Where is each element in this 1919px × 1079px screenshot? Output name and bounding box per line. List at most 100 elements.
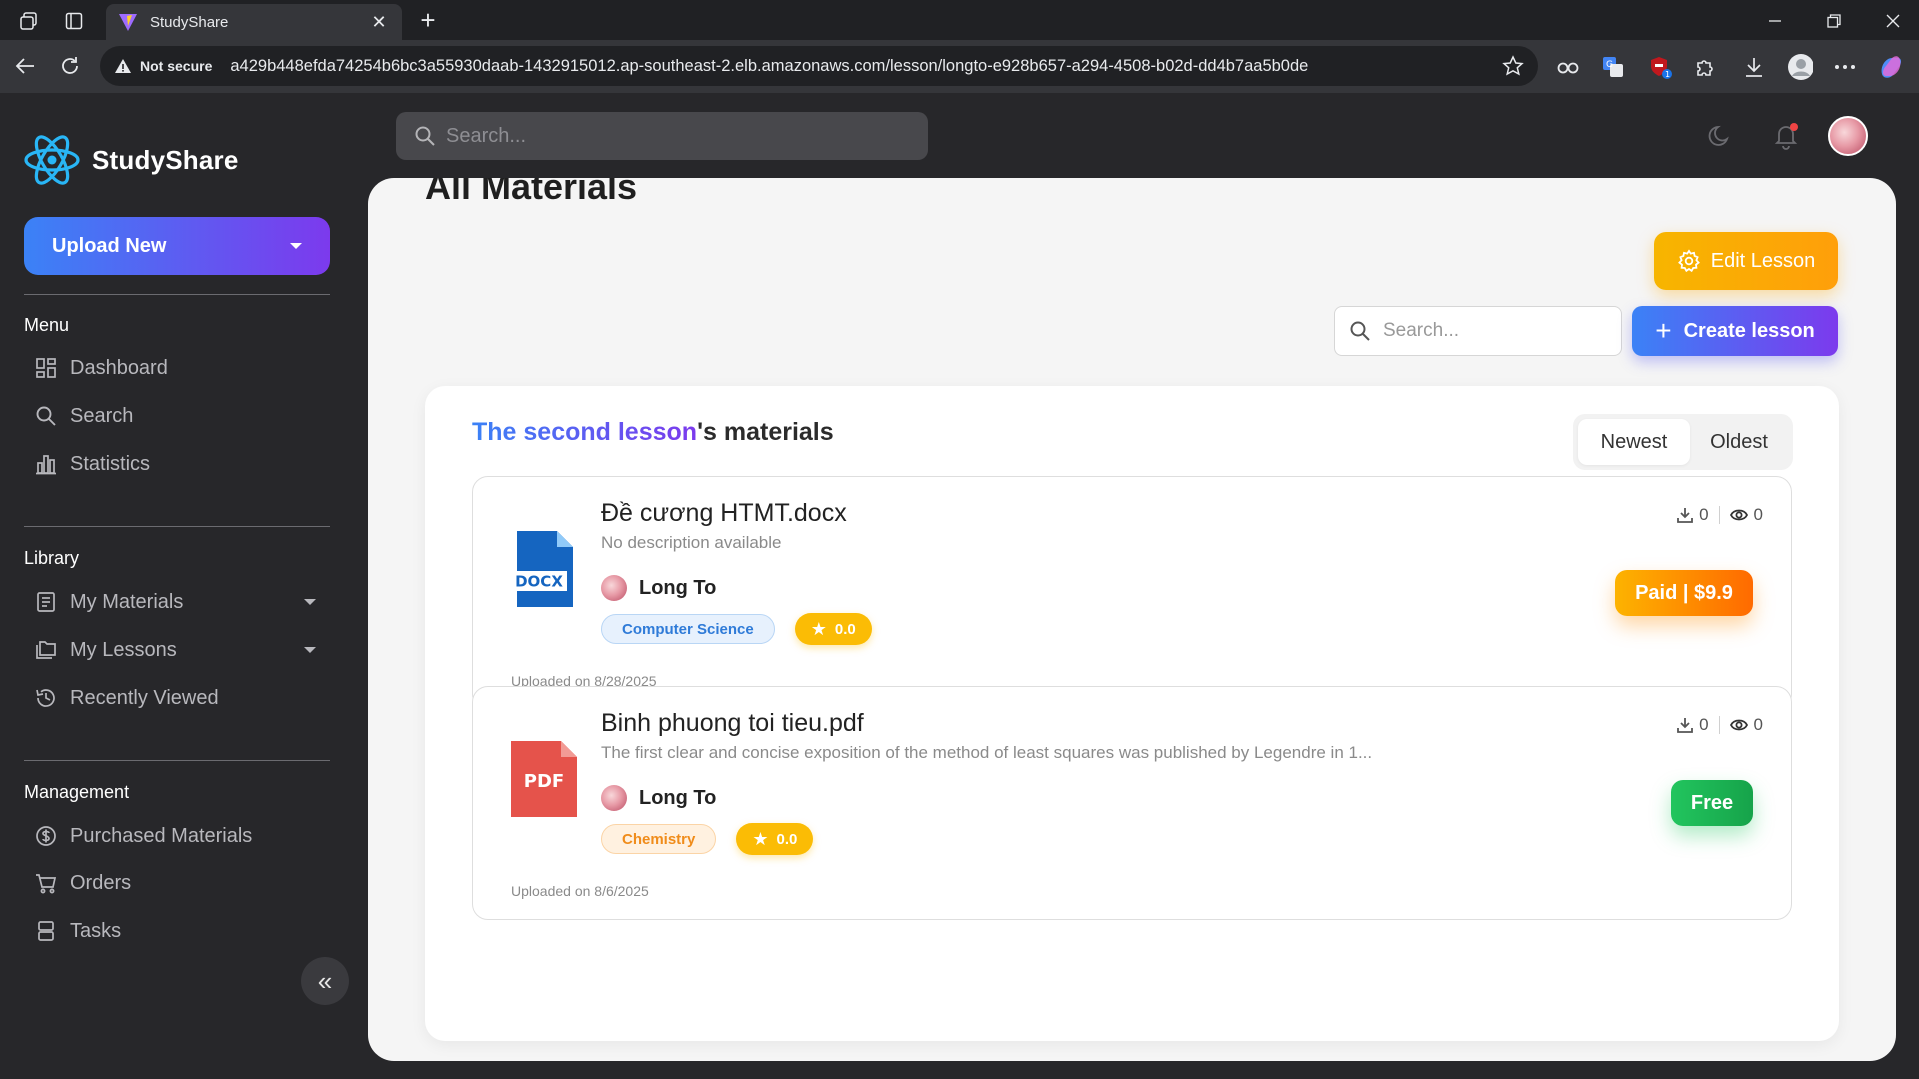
header-search[interactable] — [396, 112, 928, 160]
material-name[interactable]: Đề cương HTMT.docx — [601, 499, 847, 528]
upload-new-button[interactable]: Upload New — [24, 217, 330, 275]
tasks-icon — [34, 919, 58, 943]
sidebar-item-my-lessons[interactable]: My Lessons — [34, 634, 330, 666]
sidebar-item-tasks[interactable]: Tasks — [34, 915, 330, 947]
sidebar-item-label: Tasks — [70, 919, 122, 942]
lesson-name[interactable]: The second lesson — [472, 418, 697, 446]
panel-title-suffix: 's materials — [697, 418, 834, 446]
sidebar-item-recently-viewed[interactable]: Recently Viewed — [34, 682, 330, 714]
stats-separator — [1718, 716, 1720, 734]
divider — [24, 760, 330, 761]
cart-icon — [34, 871, 58, 895]
not-secure-label: Not secure — [140, 58, 213, 74]
category-tag[interactable]: Computer Science — [601, 614, 775, 644]
material-card[interactable]: DOCX Đề cương HTMT.docx No description a… — [472, 476, 1792, 710]
copilot-icon[interactable] — [1878, 54, 1904, 80]
brand[interactable]: StudyShare — [22, 133, 239, 187]
minimize-icon[interactable] — [1762, 8, 1788, 34]
view-count: 0 — [1753, 715, 1763, 734]
upload-date: Uploaded on 8/6/2025 — [511, 883, 649, 899]
sidebar-item-label: Search — [70, 404, 134, 427]
svg-text:G: G — [1606, 60, 1613, 70]
star-icon: ★ — [810, 618, 827, 639]
notification-bell-icon[interactable] — [1771, 121, 1801, 151]
history-icon — [34, 686, 58, 710]
sidebar-item-search[interactable]: Search — [34, 400, 330, 432]
profile-icon[interactable] — [1787, 54, 1813, 80]
materials-search[interactable] — [1334, 306, 1622, 356]
svg-text:1: 1 — [1665, 70, 1670, 79]
material-name[interactable]: Binh phuong toi tieu.pdf — [601, 709, 864, 738]
section-label-library: Library — [24, 548, 80, 568]
header-search-input[interactable] — [446, 124, 906, 148]
material-tags: Chemistry ★ 0.0 — [601, 823, 814, 855]
download-count: 0 — [1699, 505, 1709, 524]
user-avatar[interactable] — [1828, 116, 1868, 156]
search-icon — [415, 126, 435, 146]
material-card[interactable]: PDF Binh phuong toi tieu.pdf The first c… — [472, 686, 1792, 920]
author-avatar — [601, 575, 627, 601]
address-bar[interactable]: Not secure a429b448efda74254b6bc3a55930d… — [100, 46, 1538, 86]
sort-newest-button[interactable]: Newest — [1578, 419, 1690, 465]
extension-shield-icon[interactable]: 1 — [1648, 54, 1674, 80]
divider — [24, 294, 330, 295]
author-name: Long To — [639, 786, 717, 809]
workspaces-icon[interactable] — [18, 10, 40, 32]
upload-new-label: Upload New — [52, 234, 167, 257]
material-author[interactable]: Long To — [601, 785, 716, 811]
folders-icon — [34, 638, 58, 662]
materials-search-input[interactable] — [1383, 320, 1613, 342]
new-tab-icon[interactable]: + — [414, 6, 442, 34]
back-icon[interactable] — [11, 52, 39, 80]
sort-oldest-button[interactable]: Oldest — [1690, 419, 1788, 465]
extensions-puzzle-icon[interactable] — [1692, 54, 1718, 80]
tab-close-icon[interactable]: ✕ — [368, 12, 390, 33]
edit-lesson-button[interactable]: Edit Lesson — [1654, 232, 1838, 290]
bookmark-star-icon[interactable] — [1502, 55, 1524, 77]
chevron-down-icon[interactable] — [304, 599, 316, 605]
author-name: Long To — [639, 576, 717, 599]
create-lesson-button[interactable]: + Create lesson — [1632, 306, 1838, 356]
rating-badge: ★ 0.0 — [736, 823, 814, 855]
rating-badge: ★ 0.0 — [794, 613, 872, 645]
gear-icon — [1677, 249, 1700, 273]
docx-file-icon: DOCX — [511, 531, 573, 607]
collapse-sidebar-button[interactable]: « — [301, 957, 349, 1005]
sidebar-item-statistics[interactable]: Statistics — [34, 448, 330, 480]
divider — [24, 526, 330, 527]
vite-logo-icon — [119, 14, 137, 31]
sidebar-item-purchased-materials[interactable]: Purchased Materials — [34, 820, 330, 852]
material-stats: 0 0 — [1677, 505, 1763, 525]
sidebar-item-orders[interactable]: Orders — [34, 867, 330, 899]
reload-icon[interactable] — [56, 52, 84, 80]
bar-chart-icon — [34, 452, 58, 476]
url-text[interactable]: a429b448efda74254b6bc3a55930daab-1432915… — [230, 57, 1502, 76]
dark-mode-icon[interactable] — [1705, 121, 1735, 151]
sidebar-item-dashboard[interactable]: Dashboard — [34, 352, 330, 384]
rating-value: 0.0 — [834, 620, 856, 638]
browser-toolbar: Not secure a429b448efda74254b6bc3a55930d… — [0, 40, 1919, 93]
sidebar-item-my-materials[interactable]: My Materials — [34, 586, 330, 618]
price-button[interactable]: Paid | $9.9 — [1615, 570, 1753, 616]
stats-separator — [1718, 506, 1720, 524]
material-author[interactable]: Long To — [601, 575, 716, 601]
rating-value: 0.0 — [776, 830, 798, 848]
sidebar-item-label: Dashboard — [70, 356, 168, 379]
material-tags: Computer Science ★ 0.0 — [601, 613, 872, 645]
category-tag[interactable]: Chemistry — [601, 824, 717, 854]
section-label-management: Management — [24, 782, 130, 802]
tab-actions-icon[interactable] — [63, 10, 85, 32]
restore-icon[interactable] — [1821, 8, 1847, 34]
browser-tab[interactable]: StudyShare ✕ — [106, 4, 402, 40]
translate-icon[interactable]: G — [1600, 54, 1626, 80]
close-window-icon[interactable] — [1880, 8, 1906, 34]
extension-glasses-icon[interactable] — [1555, 54, 1581, 80]
eye-icon — [1729, 509, 1748, 521]
more-menu-icon[interactable] — [1832, 54, 1858, 80]
price-button[interactable]: Free — [1671, 780, 1753, 826]
download-icon — [1677, 718, 1693, 733]
chevron-down-icon[interactable] — [304, 647, 316, 653]
sidebar-item-label: Orders — [70, 871, 132, 894]
app-root: StudyShare Upload New Menu Dashboard Sea… — [0, 93, 1919, 1079]
downloads-icon[interactable] — [1741, 54, 1767, 80]
